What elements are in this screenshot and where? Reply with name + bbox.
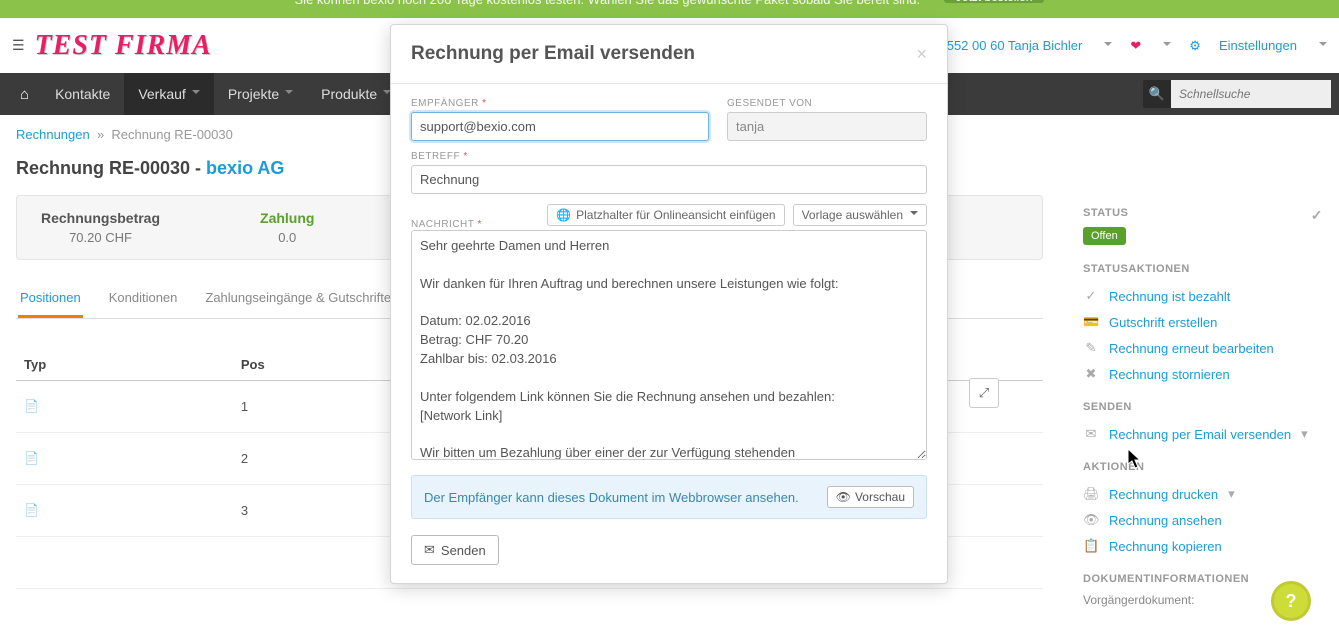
quick-search-input[interactable]	[1171, 80, 1331, 108]
heart-icon[interactable]: ❤	[1130, 38, 1141, 54]
eye-icon: 👁	[1083, 512, 1099, 528]
action-cancel[interactable]: ✖Rechnung stornieren	[1083, 361, 1323, 387]
action-credit[interactable]: 💳Gutschrift erstellen	[1083, 309, 1323, 335]
caret-down-icon[interactable]: ▾	[1228, 486, 1235, 502]
gear-icon[interactable]: ⚙	[1189, 38, 1201, 54]
trial-banner-text: Sie können bexio noch 206 Tage kostenlos…	[295, 0, 921, 7]
order-now-button[interactable]: Jetzt bestellen	[944, 0, 1045, 3]
amount-value: 70.20 CHF	[41, 230, 160, 245]
send-heading: SENDEN	[1083, 401, 1323, 413]
help-fab[interactable]: ?	[1271, 581, 1311, 621]
preview-button[interactable]: 👁Vorschau	[827, 486, 914, 508]
eye-icon: 👁	[836, 490, 851, 504]
trial-banner: Sie können bexio noch 206 Tage kostenlos…	[0, 0, 1339, 18]
message-textarea[interactable]	[411, 230, 927, 460]
giftcard-icon: 💳	[1083, 314, 1099, 330]
copy-icon: 📋	[1083, 538, 1099, 554]
action-print[interactable]: 🖨Rechnung drucken▾	[1083, 481, 1323, 507]
breadcrumb-root[interactable]: Rechnungen	[16, 127, 90, 142]
nav-verkauf[interactable]: Verkauf	[124, 73, 213, 115]
globe-icon: 🌐	[556, 208, 571, 222]
search-icon[interactable]: 🔍	[1143, 80, 1171, 108]
check-icon: ✓	[1311, 207, 1323, 224]
action-view[interactable]: 👁Rechnung ansehen	[1083, 507, 1323, 533]
sender-label: GESENDET VON	[727, 98, 927, 109]
template-select[interactable]: Vorlage auswählen	[793, 204, 927, 226]
product-icon: 📄	[16, 433, 233, 485]
status-badge: Offen	[1083, 227, 1126, 245]
breadcrumb-current: Rechnung RE-00030	[111, 127, 232, 142]
action-send-email[interactable]: ✉Rechnung per Email versenden▾	[1083, 421, 1323, 447]
status-heading: STATUS✓	[1083, 207, 1323, 219]
insert-placeholder-button[interactable]: 🌐Platzhalter für Onlineansicht einfügen	[547, 204, 784, 226]
send-email-modal: Rechnung per Email versenden × EMPFÄNGER…	[390, 24, 948, 584]
product-icon: 📄	[16, 381, 233, 433]
product-icon: 📄	[16, 485, 233, 537]
subject-input[interactable]	[411, 165, 927, 194]
pencil-icon: ✎	[1083, 340, 1099, 356]
payment-label: Zahlung	[260, 210, 314, 226]
nav-projekte[interactable]: Projekte	[214, 73, 307, 115]
tab-zahlungen[interactable]: Zahlungseingänge & Gutschriften	[203, 280, 400, 318]
action-paid[interactable]: ✓Rechnung ist bezahlt	[1083, 283, 1323, 309]
message-label: NACHRICHT *	[411, 219, 482, 230]
close-icon[interactable]: ×	[916, 44, 927, 65]
status-actions-heading: STATUSAKTIONEN	[1083, 263, 1323, 275]
payment-value: 0.0	[260, 230, 314, 245]
action-edit[interactable]: ✎Rechnung erneut bearbeiten	[1083, 335, 1323, 361]
envelope-icon: ✉	[424, 542, 435, 558]
company-link[interactable]: bexio AG	[206, 158, 284, 178]
nav-kontakte[interactable]: Kontakte	[41, 73, 124, 115]
th-typ: Typ	[16, 349, 233, 381]
tab-positionen[interactable]: Positionen	[18, 280, 83, 318]
hamburger-icon[interactable]: ☰	[12, 37, 25, 54]
sender-input	[727, 112, 927, 141]
printer-icon: 🖨	[1083, 486, 1099, 502]
action-copy[interactable]: 📋Rechnung kopieren	[1083, 533, 1323, 559]
expand-button[interactable]: ⤢	[969, 378, 999, 408]
tab-konditionen[interactable]: Konditionen	[107, 280, 180, 318]
check-icon: ✓	[1083, 288, 1099, 304]
home-icon[interactable]: ⌂	[8, 86, 41, 103]
envelope-icon: ✉	[1083, 426, 1099, 442]
subject-label: BETREFF *	[411, 151, 927, 162]
modal-title: Rechnung per Email versenden	[411, 43, 695, 65]
actions-heading: AKTIONEN	[1083, 461, 1323, 473]
recipient-input[interactable]	[411, 112, 709, 141]
x-icon: ✖	[1083, 366, 1099, 382]
send-button[interactable]: ✉Senden	[411, 535, 499, 565]
caret-down-icon[interactable]: ▾	[1301, 426, 1308, 442]
info-strip: Der Empfänger kann dieses Dokument im We…	[411, 475, 927, 519]
company-logo: TEST FIRMA	[35, 30, 212, 62]
settings-link[interactable]: Einstellungen	[1219, 38, 1297, 53]
amount-label: Rechnungsbetrag	[41, 210, 160, 226]
recipient-label: EMPFÄNGER *	[411, 98, 709, 109]
